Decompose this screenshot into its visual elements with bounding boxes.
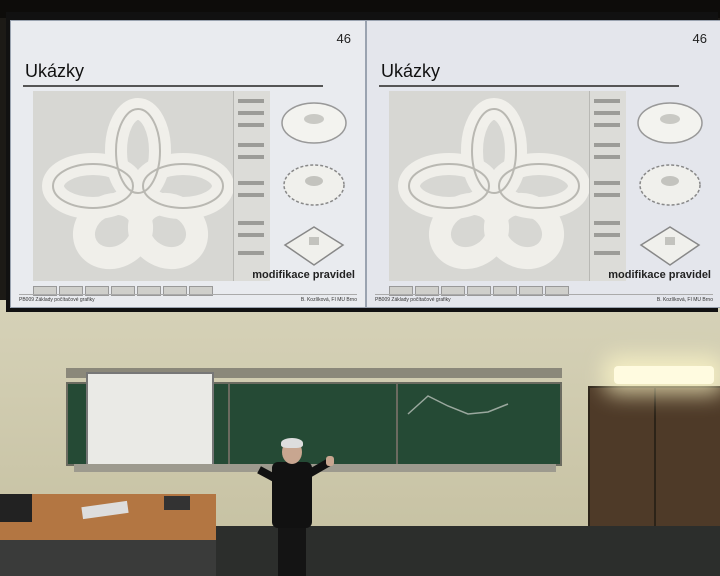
knot-render [42, 98, 234, 270]
controls-panel [233, 91, 270, 281]
footer-author: B. Kozlíková, FI MU Brno [300, 297, 357, 303]
shape-thumbnails [637, 102, 703, 266]
monitor [0, 494, 32, 522]
block-thumb [639, 226, 701, 266]
title-rule [23, 85, 323, 87]
lecture-desk [0, 494, 216, 576]
lecture-hall-photo: 46 Ukázky modifikace pravidel PB009 Zákl… [0, 0, 720, 576]
slide-caption: modifikace pravidel [608, 269, 711, 281]
slide-footer: PB009 Základy počítačové grafiky B. Kozl… [19, 294, 357, 303]
chalk-curve [407, 395, 509, 415]
slide-title: Ukázky [381, 61, 441, 81]
laptop [164, 496, 190, 510]
whiteboard [86, 372, 214, 472]
footer-author: B. Kozlíková, FI MU Brno [656, 297, 713, 303]
wooden-door [588, 386, 720, 530]
render-viewport [33, 91, 243, 281]
torus-thumb [637, 102, 703, 144]
lecturer [257, 438, 334, 576]
block-thumb [283, 226, 345, 266]
projected-slide-right: 46 Ukázky modifikace pravidel PB009 Zákl… [366, 20, 720, 308]
ridged-torus-thumb [283, 164, 345, 206]
footer-course: PB009 Základy počítačové grafiky [19, 297, 95, 303]
footer-course: PB009 Základy počítačové grafiky [375, 297, 451, 303]
slide-footer: PB009 Základy počítačové grafiky B. Kozl… [375, 294, 713, 303]
wall-lamp [614, 366, 714, 384]
projected-slide-left: 46 Ukázky modifikace pravidel PB009 Zákl… [10, 20, 366, 308]
chalkboard-panel [396, 382, 562, 466]
title-rule [379, 85, 679, 87]
shape-thumbnails [281, 102, 347, 266]
torus-thumb [281, 102, 347, 144]
controls-panel [589, 91, 626, 281]
knot-render [398, 98, 590, 270]
slide-number: 46 [336, 31, 351, 46]
slide-title: Ukázky [25, 61, 85, 81]
slide-number: 46 [692, 31, 707, 46]
ridged-torus-thumb [639, 164, 701, 206]
render-viewport [389, 91, 599, 281]
slide-caption: modifikace pravidel [252, 269, 355, 281]
